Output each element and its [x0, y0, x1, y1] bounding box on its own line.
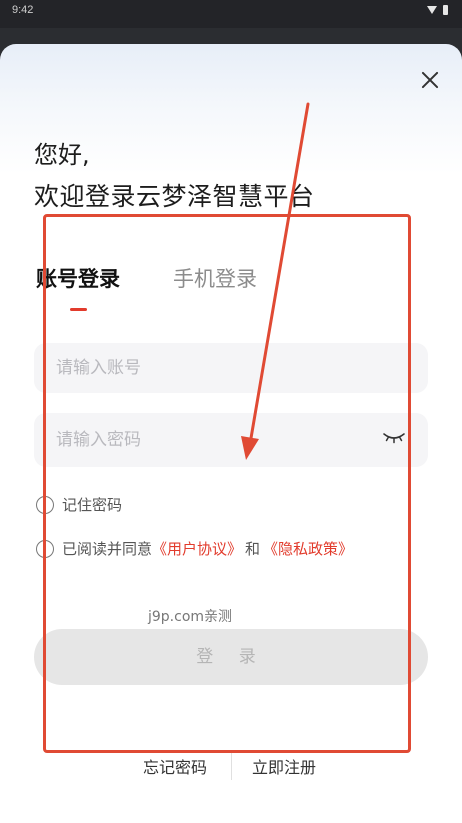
tab-phone-login[interactable]: 手机登录 — [173, 263, 257, 293]
agreement-radio[interactable] — [36, 539, 54, 558]
active-tab-indicator — [70, 308, 87, 311]
password-input[interactable] — [34, 413, 334, 467]
remember-password-radio[interactable] — [36, 495, 54, 514]
account-field — [34, 343, 428, 393]
account-input[interactable] — [34, 343, 334, 393]
register-link[interactable]: 立即注册 — [252, 754, 316, 778]
forgot-password-link[interactable]: 忘记密码 — [143, 754, 207, 778]
watermark-text: j9p.com亲测 — [148, 609, 233, 625]
agreement-connector: 和 — [245, 540, 261, 558]
close-icon[interactable] — [418, 68, 442, 92]
eye-closed-icon[interactable] — [382, 431, 406, 445]
agreement-row: 已阅读并同意 《用户协议》 和 《隐私政策》 — [36, 538, 353, 559]
footer-divider — [231, 750, 232, 780]
status-bar: 9:42 — [0, 0, 462, 28]
footer-links: 忘记密码 立即注册 — [0, 750, 462, 780]
battery-icon — [443, 5, 448, 15]
login-button[interactable]: 登 录 — [34, 629, 428, 685]
welcome-title: 欢迎登录云梦泽智慧平台 — [34, 182, 315, 211]
remember-password-label[interactable]: 记住密码 — [62, 494, 122, 515]
agreement-prefix: 已阅读并同意 — [62, 540, 153, 558]
status-icons — [427, 5, 448, 15]
greeting-text: 您好, — [34, 141, 90, 169]
password-field — [34, 413, 428, 467]
privacy-policy-link[interactable]: 《隐私政策》 — [263, 538, 353, 559]
status-time: 9:42 — [12, 4, 34, 16]
tab-account-login[interactable]: 账号登录 — [36, 263, 120, 293]
login-sheet: 您好, 欢迎登录云梦泽智慧平台 账号登录 手机登录 记住密码 已阅读并同意 《用… — [0, 44, 462, 823]
wifi-icon — [427, 6, 437, 14]
user-agreement-link[interactable]: 《用户协议》 — [152, 538, 242, 559]
remember-password-row: 记住密码 — [36, 494, 122, 515]
